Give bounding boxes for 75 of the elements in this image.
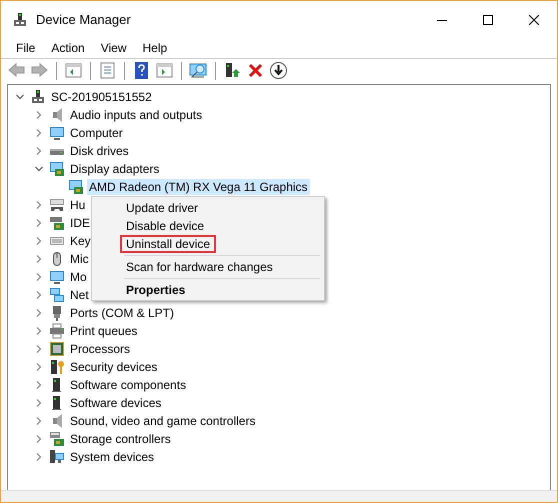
help-icon[interactable] (132, 61, 151, 80)
expander-icon[interactable] (35, 327, 43, 335)
tree-item[interactable]: Audio inputs and outputs (68, 107, 204, 123)
menu-item[interactable]: View (92, 41, 134, 55)
expander-icon[interactable] (35, 111, 43, 119)
download-icon[interactable] (269, 61, 288, 80)
menu-item[interactable]: Uninstall device (120, 235, 216, 253)
key-icon (49, 359, 65, 375)
app-icon (12, 12, 28, 28)
tree-item[interactable]: Hu (68, 197, 88, 213)
printer-icon (49, 323, 65, 339)
expander-icon[interactable] (35, 381, 43, 389)
chip-icon (49, 341, 65, 357)
monitor-icon (49, 269, 65, 285)
expander-icon[interactable] (35, 291, 43, 299)
menu-item[interactable]: File (8, 41, 44, 55)
expander-icon[interactable] (35, 129, 43, 137)
expander-icon[interactable] (35, 435, 43, 443)
tree-item[interactable]: IDE (68, 215, 92, 231)
expander-icon[interactable] (35, 255, 43, 263)
tree-item[interactable]: Mo (68, 269, 89, 285)
tree-item[interactable]: AMD Radeon (TM) RX Vega 11 Graphics (87, 179, 310, 195)
update-driver-icon[interactable] (223, 61, 242, 80)
tree-item[interactable]: Mic (68, 251, 91, 267)
expander-icon[interactable] (35, 399, 43, 407)
display-card-icon (49, 161, 65, 177)
tree-item[interactable]: Display adapters (68, 161, 162, 177)
tree-item[interactable]: Software devices (68, 395, 164, 411)
expander-icon[interactable] (35, 273, 43, 281)
tree-item[interactable]: Print queues (68, 323, 140, 339)
expander-icon[interactable] (35, 237, 43, 245)
expander-icon[interactable] (35, 219, 43, 227)
expander-icon[interactable] (35, 363, 43, 371)
tree-item[interactable]: Ports (COM & LPT) (68, 305, 176, 321)
tree-item[interactable]: SC-201905151552 (49, 89, 154, 105)
tree-item[interactable]: Key (68, 233, 93, 249)
delete-icon[interactable] (246, 61, 265, 80)
expander-icon[interactable] (35, 417, 43, 425)
expander-icon[interactable] (35, 309, 43, 317)
tree-item[interactable]: Disk drives (68, 143, 131, 159)
expander-icon[interactable] (35, 201, 43, 209)
storage-icon (49, 431, 65, 447)
display-card-icon (68, 179, 84, 195)
expander-icon[interactable] (35, 453, 43, 461)
tree-item[interactable]: System devices (68, 449, 156, 465)
expander-icon[interactable] (16, 93, 24, 101)
menu-item[interactable]: Scan for hardware changes (120, 258, 279, 276)
maximize-icon[interactable] (483, 14, 493, 24)
computer-icon (30, 89, 46, 105)
panel-icon[interactable] (64, 61, 83, 80)
network-icon (49, 287, 65, 303)
menu-item[interactable]: Disable device (120, 217, 210, 235)
tree-item[interactable]: Storage controllers (68, 431, 173, 447)
drive-board-icon (49, 215, 65, 231)
monitor-search-icon[interactable] (189, 61, 208, 80)
monitor-icon (49, 125, 65, 141)
tree-item[interactable]: Processors (68, 341, 132, 357)
menu-item[interactable]: Action (43, 41, 93, 55)
close-icon[interactable] (529, 14, 539, 24)
tree-item[interactable]: Sound, video and game controllers (68, 413, 258, 429)
expander-icon[interactable] (35, 345, 43, 353)
tree-item[interactable]: Security devices (68, 359, 160, 375)
computer-icon (49, 449, 65, 465)
tree-item[interactable]: Computer (68, 125, 125, 141)
panel-icon[interactable] (155, 61, 174, 80)
menu-item[interactable]: Update driver (120, 199, 204, 217)
menu-item[interactable]: Help (134, 41, 176, 55)
expander-icon[interactable] (35, 147, 43, 155)
window-title: Device Manager (36, 12, 131, 27)
expander-icon[interactable] (35, 165, 43, 173)
controller-icon (49, 197, 65, 213)
tree-item[interactable]: Software components (68, 377, 188, 393)
tree-item[interactable]: Net (68, 287, 91, 303)
sheet-icon[interactable] (98, 61, 117, 80)
menu-item[interactable]: Properties (120, 281, 192, 299)
